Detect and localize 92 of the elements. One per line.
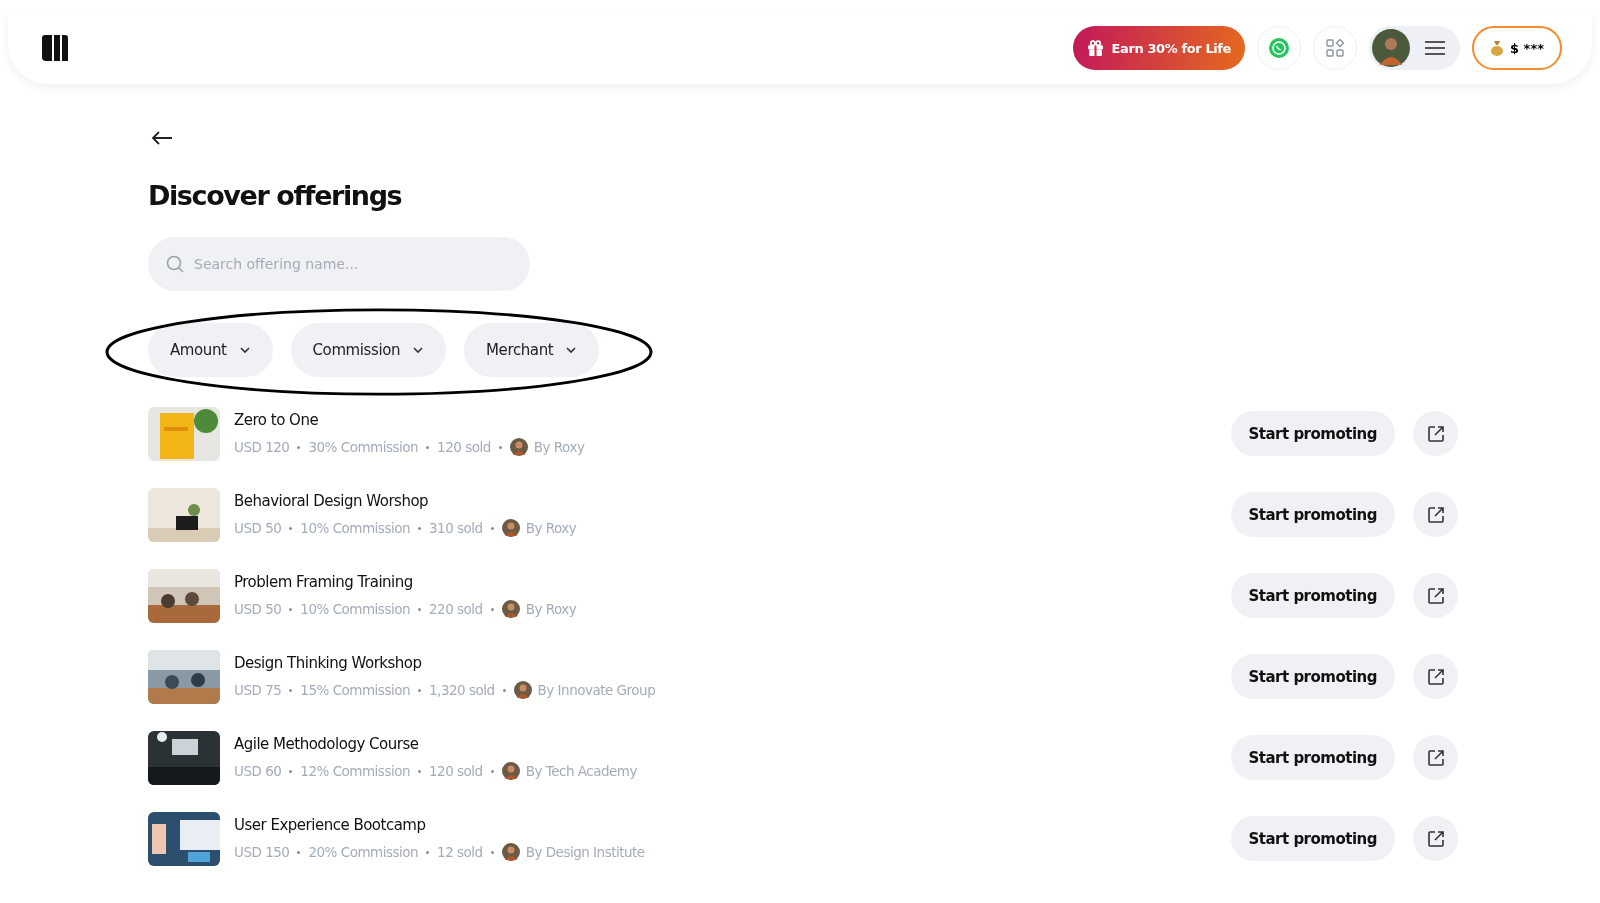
separator-dot xyxy=(490,850,494,854)
start-promoting-button[interactable]: Start promoting xyxy=(1230,816,1395,861)
filter-dropdown[interactable]: Amount xyxy=(148,323,273,377)
price: USD 150 xyxy=(234,844,290,860)
separator-dot xyxy=(289,607,293,611)
search-icon xyxy=(166,255,184,273)
external-link-icon xyxy=(1426,424,1445,443)
balance-button[interactable]: $ *** xyxy=(1472,26,1562,70)
merchant-avatar-icon xyxy=(501,843,520,861)
external-link-icon xyxy=(1426,667,1445,686)
merchant-name: By Design Institute xyxy=(525,844,645,860)
merchant-avatar-icon xyxy=(501,762,520,780)
earn-button[interactable]: Earn 30% for Life xyxy=(1072,26,1246,70)
start-promoting-button[interactable]: Start promoting xyxy=(1230,735,1395,780)
separator-dot xyxy=(289,769,293,773)
page-title: Discover offerings xyxy=(148,180,402,211)
separator-dot xyxy=(297,850,301,854)
external-link-icon xyxy=(1426,505,1445,524)
offering-title[interactable]: Design Thinking Workshop xyxy=(234,654,1231,672)
merchant-avatar-icon xyxy=(509,438,528,456)
offering-title[interactable]: Zero to One xyxy=(234,411,1231,429)
commission: 10% Commission xyxy=(300,601,410,617)
separator-dot xyxy=(418,688,421,692)
gift-icon xyxy=(1086,39,1104,57)
filter-dropdown[interactable]: Merchant xyxy=(464,323,600,377)
search-field[interactable]: Search offering name... xyxy=(148,237,530,291)
separator-dot xyxy=(490,526,494,530)
separator-dot xyxy=(418,769,421,773)
merchant-name: By Roxy xyxy=(525,520,577,536)
merchant-name: By Roxy xyxy=(533,439,585,455)
start-promoting-button[interactable]: Start promoting xyxy=(1230,492,1395,537)
offering-title[interactable]: Problem Framing Training xyxy=(234,573,1231,591)
commission: 10% Commission xyxy=(300,520,410,536)
sold-count: 1,320 sold xyxy=(429,682,495,698)
sold-count: 12 sold xyxy=(437,844,483,860)
merchant-name: By Roxy xyxy=(525,601,577,617)
open-link-button[interactable] xyxy=(1413,816,1458,861)
sold-count: 220 sold xyxy=(429,601,483,617)
merchant-name: By Innovate Group xyxy=(537,682,656,698)
separator-dot xyxy=(289,526,293,530)
filter-dropdown[interactable]: Commission xyxy=(290,323,447,377)
price: USD 50 xyxy=(234,601,282,617)
start-promoting-button[interactable]: Start promoting xyxy=(1230,573,1395,618)
start-promoting-button[interactable]: Start promoting xyxy=(1230,654,1395,699)
chevron-down-icon xyxy=(238,346,251,354)
back-arrow-icon[interactable] xyxy=(151,130,173,146)
sold-count: 310 sold xyxy=(429,520,483,536)
commission: 15% Commission xyxy=(300,682,410,698)
money-bag-icon xyxy=(1490,40,1505,56)
external-link-icon xyxy=(1426,586,1445,605)
price: USD 120 xyxy=(234,439,290,455)
start-promoting-button[interactable]: Start promoting xyxy=(1230,411,1395,456)
offering-title[interactable]: Agile Methodology Course xyxy=(234,735,1231,753)
separator-dot xyxy=(502,688,506,692)
merchant-name: By Tech Academy xyxy=(525,763,637,779)
separator-dot xyxy=(426,445,430,449)
logo-icon[interactable] xyxy=(40,34,70,62)
open-link-button[interactable] xyxy=(1413,411,1458,456)
separator-dot xyxy=(426,850,430,854)
separator-dot xyxy=(490,607,494,611)
menu-icon xyxy=(1424,40,1447,56)
price: USD 60 xyxy=(234,763,282,779)
separator-dot xyxy=(418,526,421,530)
commission: 12% Commission xyxy=(300,763,410,779)
separator-dot xyxy=(490,769,494,773)
phone-chat-icon xyxy=(1268,37,1291,59)
separator-dot xyxy=(289,688,293,692)
chevron-down-icon xyxy=(565,346,578,354)
offering-title[interactable]: User Experience Bootcamp xyxy=(234,816,1231,834)
open-link-button[interactable] xyxy=(1413,573,1458,618)
grid-icon xyxy=(1326,39,1345,57)
open-link-button[interactable] xyxy=(1413,654,1458,699)
merchant-avatar-icon xyxy=(501,519,520,537)
sold-count: 120 sold xyxy=(429,763,483,779)
avatar-icon xyxy=(1372,29,1411,67)
external-link-icon xyxy=(1426,829,1445,848)
open-link-button[interactable] xyxy=(1413,492,1458,537)
open-link-button[interactable] xyxy=(1413,735,1458,780)
offering-title[interactable]: Behavioral Design Worshop xyxy=(234,492,1231,510)
separator-dot xyxy=(418,607,421,611)
external-link-icon xyxy=(1426,748,1445,767)
account-menu-button[interactable] xyxy=(1369,26,1461,70)
chevron-down-icon xyxy=(412,346,425,354)
merchant-avatar-icon xyxy=(501,600,520,618)
separator-dot xyxy=(297,445,301,449)
commission: 30% Commission xyxy=(308,439,419,455)
separator-dot xyxy=(498,445,502,449)
price: USD 50 xyxy=(234,520,282,536)
price: USD 75 xyxy=(234,682,282,698)
sold-count: 120 sold xyxy=(437,439,491,455)
commission: 20% Commission xyxy=(308,844,419,860)
merchant-avatar-icon xyxy=(513,681,532,699)
